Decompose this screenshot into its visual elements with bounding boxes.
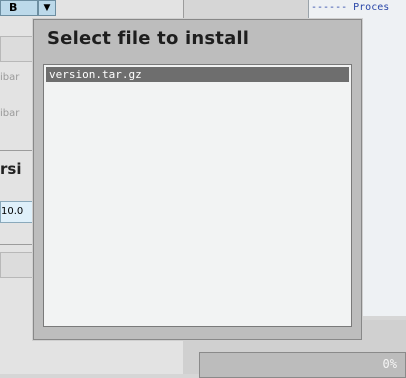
file-list[interactable]: version.tar.gz — [43, 64, 352, 327]
progress-bar: 0% — [199, 352, 406, 378]
chevron-down-icon[interactable]: ▼ — [38, 0, 56, 16]
divider — [0, 150, 36, 151]
background-text-fragment: ibar — [0, 108, 20, 119]
background-button — [0, 36, 36, 62]
divider — [0, 244, 36, 245]
file-item-selected[interactable]: version.tar.gz — [46, 67, 349, 82]
tab-b[interactable]: B — [0, 0, 38, 16]
background-text-fragment: ibar — [0, 72, 20, 83]
version-heading-fragment: rsi — [0, 160, 22, 178]
log-line: ------ Proces — [311, 2, 390, 13]
dialog-title: Select file to install — [47, 28, 250, 49]
background-button — [0, 252, 36, 278]
version-field: 10.0 — [0, 201, 36, 223]
select-file-dialog: Select file to install version.tar.gz — [33, 19, 362, 340]
